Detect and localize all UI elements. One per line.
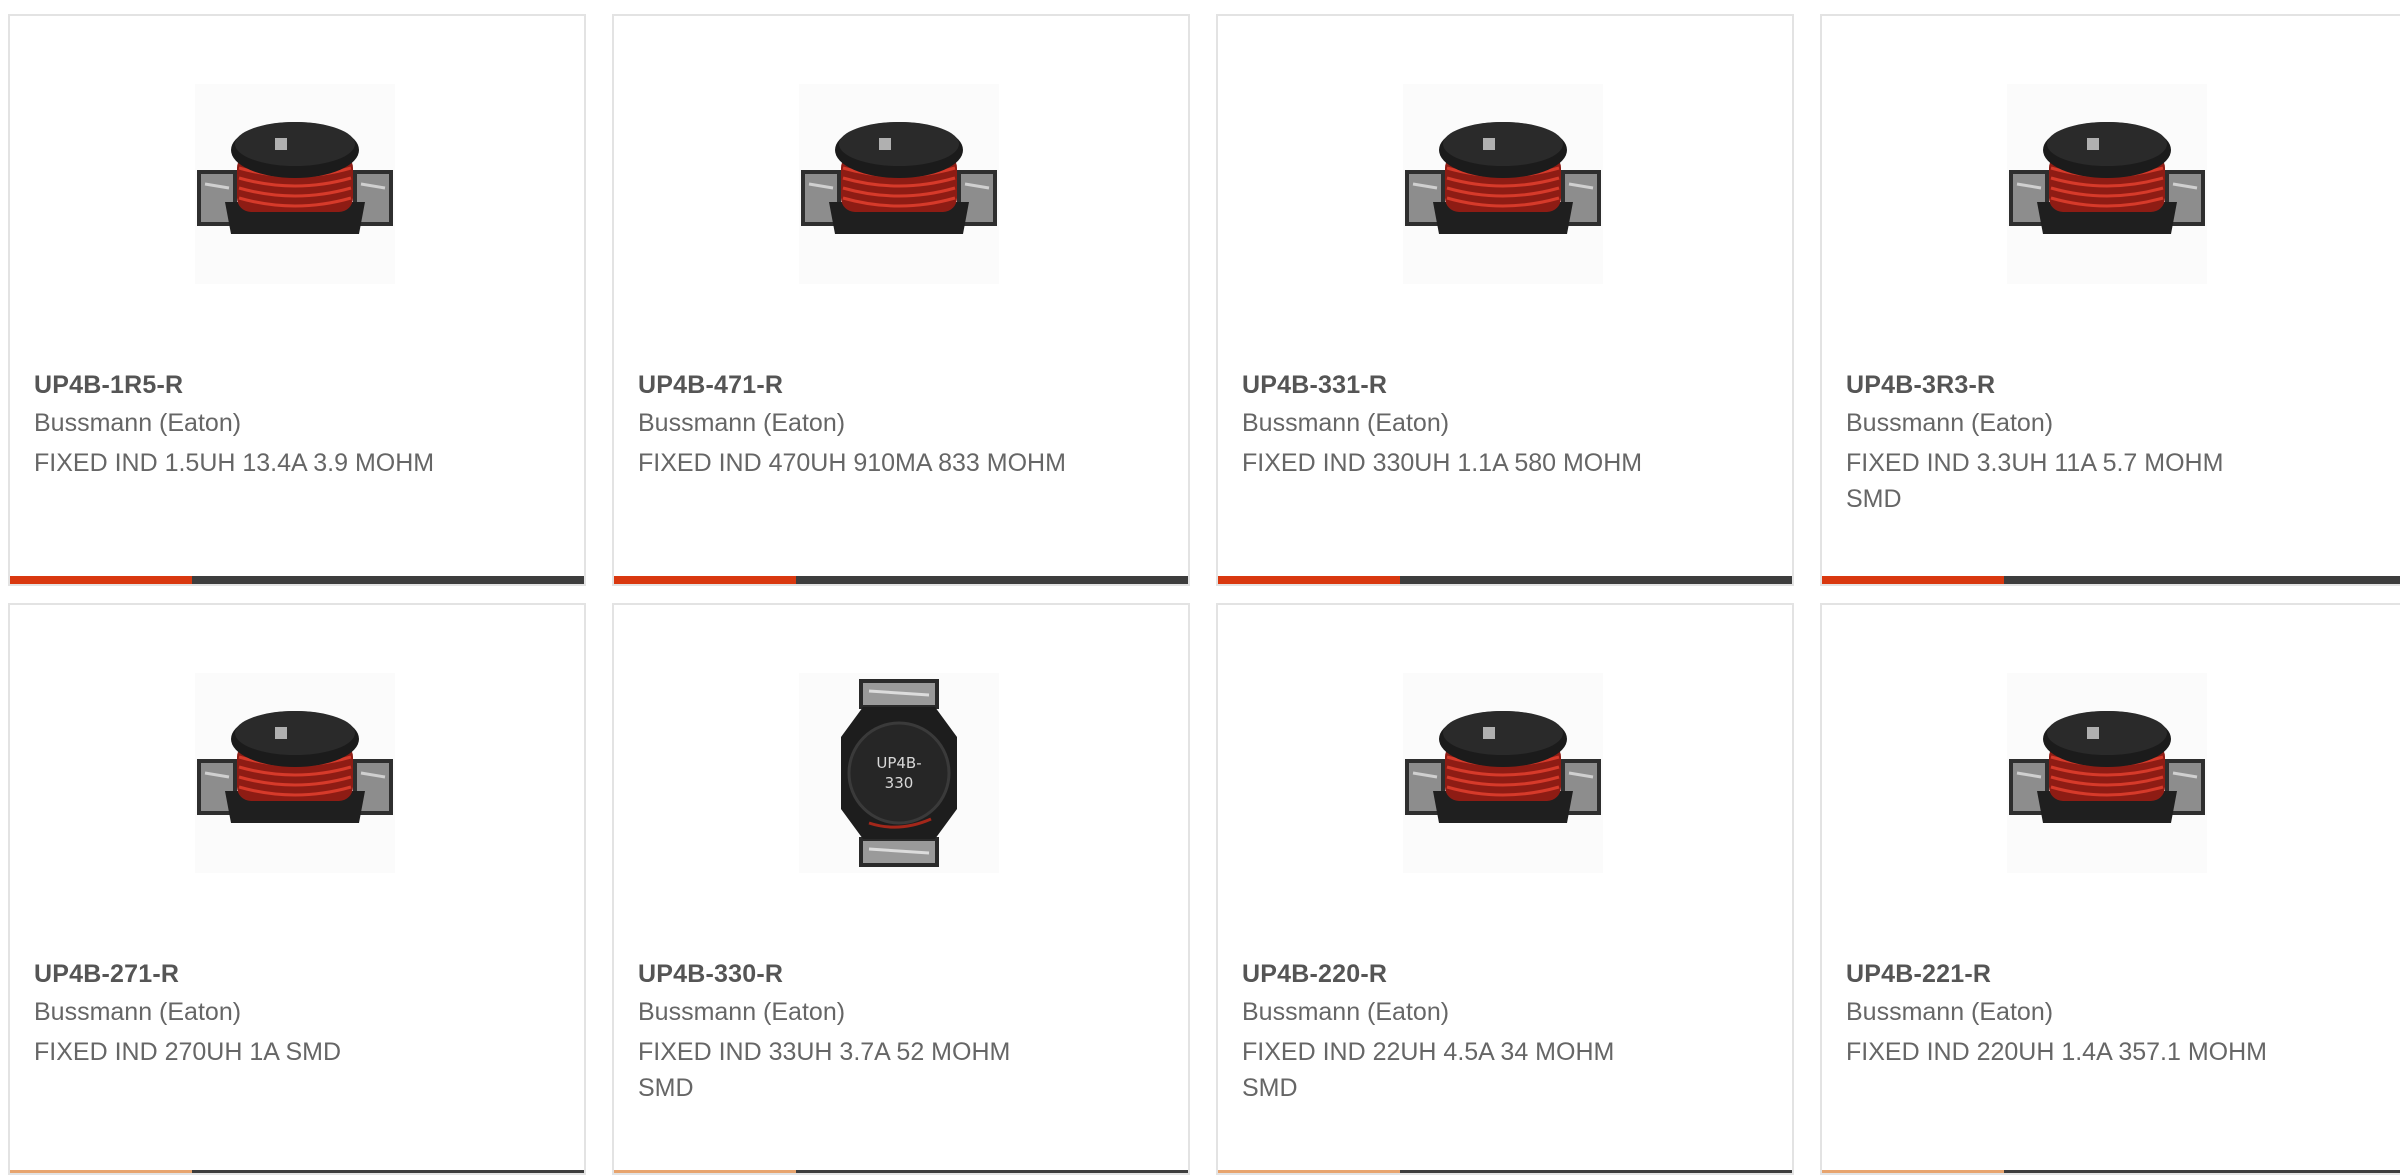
product-description: FIXED IND 22UH 4.5A 34 MOHM SMD (1242, 1038, 1615, 1102)
product-manufacturer: Bussmann (Eaton) (1846, 409, 2054, 437)
product-card[interactable]: UP4B-221-R Bussmann (Eaton) FIXED IND 22… (1820, 603, 2400, 1175)
card-accent-bar (1822, 1170, 2004, 1173)
product-card[interactable]: UP4B-471-R Bussmann (Eaton) FIXED IND 47… (612, 14, 1190, 586)
card-bottom-bar (1218, 576, 1792, 584)
product-part-number[interactable]: UP4B-331-R (1242, 371, 1387, 400)
product-description: FIXED IND 3.3UH 11A 5.7 MOHM SMD (1846, 449, 2224, 513)
inductor-top-icon: UP4B- 330 (841, 679, 957, 867)
inductor-side-icon (1405, 711, 1601, 823)
product-manufacturer: Bussmann (Eaton) (638, 409, 846, 437)
product-part-number[interactable]: UP4B-221-R (1846, 960, 1991, 989)
product-manufacturer: Bussmann (Eaton) (1846, 998, 2054, 1026)
inductor-side-icon (1405, 122, 1601, 234)
card-bottom-bar (10, 576, 584, 584)
product-grid: UP4B-1R5-R Bussmann (Eaton) FIXED IND 1.… (0, 0, 2400, 1175)
card-bottom-bar (1822, 1170, 2400, 1173)
card-bottom-bar (614, 576, 1188, 584)
product-image[interactable] (2007, 673, 2207, 873)
product-manufacturer: Bussmann (Eaton) (34, 409, 242, 437)
card-accent-bar (614, 576, 796, 584)
product-card[interactable]: UP4B- 330 UP4B-330-R Bussmann (Eaton) FI… (612, 603, 1190, 1175)
inductor-side-icon (2009, 122, 2205, 234)
card-accent-bar (1218, 576, 1400, 584)
product-image[interactable] (195, 673, 395, 873)
card-bottom-bar (1218, 1170, 1792, 1173)
product-card[interactable]: UP4B-1R5-R Bussmann (Eaton) FIXED IND 1.… (8, 14, 586, 586)
inductor-side-icon (197, 122, 393, 234)
product-manufacturer: Bussmann (Eaton) (638, 998, 846, 1026)
card-bottom-bar (10, 1170, 584, 1173)
card-accent-bar (614, 1170, 796, 1173)
inductor-marking-line2: 330 (885, 774, 914, 792)
inductor-side-icon (2009, 711, 2205, 823)
product-image[interactable] (1403, 673, 1603, 873)
product-description: FIXED IND 1.5UH 13.4A 3.9 MOHM (34, 449, 435, 477)
product-manufacturer: Bussmann (Eaton) (1242, 409, 1450, 437)
product-card[interactable]: UP4B-331-R Bussmann (Eaton) FIXED IND 33… (1216, 14, 1794, 586)
product-image[interactable]: UP4B- 330 (799, 673, 999, 873)
inductor-side-icon (197, 711, 393, 823)
card-bottom-bar (614, 1170, 1188, 1173)
product-card[interactable]: UP4B-271-R Bussmann (Eaton) FIXED IND 27… (8, 603, 586, 1175)
inductor-marking-line1: UP4B- (876, 754, 921, 772)
product-part-number[interactable]: UP4B-3R3-R (1846, 371, 1995, 400)
product-description: FIXED IND 470UH 910MA 833 MOHM (638, 449, 1066, 477)
product-manufacturer: Bussmann (Eaton) (1242, 998, 1450, 1026)
product-part-number[interactable]: UP4B-271-R (34, 960, 179, 989)
product-description: FIXED IND 33UH 3.7A 52 MOHM SMD (638, 1038, 1011, 1102)
product-image[interactable] (2007, 84, 2207, 284)
card-accent-bar (10, 1170, 192, 1173)
product-image[interactable] (1403, 84, 1603, 284)
card-accent-bar (10, 576, 192, 584)
product-description: FIXED IND 220UH 1.4A 357.1 MOHM (1846, 1038, 2267, 1066)
product-image[interactable] (195, 84, 395, 284)
product-part-number[interactable]: UP4B-471-R (638, 371, 783, 400)
product-card[interactable]: UP4B-220-R Bussmann (Eaton) FIXED IND 22… (1216, 603, 1794, 1175)
product-image[interactable] (799, 84, 999, 284)
card-bottom-bar (1822, 576, 2400, 584)
product-description: FIXED IND 330UH 1.1A 580 MOHM (1242, 449, 1643, 477)
product-part-number[interactable]: UP4B-330-R (638, 960, 783, 989)
product-description: FIXED IND 270UH 1A SMD (34, 1038, 342, 1066)
card-accent-bar (1218, 1170, 1400, 1173)
inductor-side-icon (801, 122, 997, 234)
product-part-number[interactable]: UP4B-220-R (1242, 960, 1387, 989)
card-accent-bar (1822, 576, 2004, 584)
product-manufacturer: Bussmann (Eaton) (34, 998, 242, 1026)
product-part-number[interactable]: UP4B-1R5-R (34, 371, 183, 400)
product-card[interactable]: UP4B-3R3-R Bussmann (Eaton) FIXED IND 3.… (1820, 14, 2400, 586)
